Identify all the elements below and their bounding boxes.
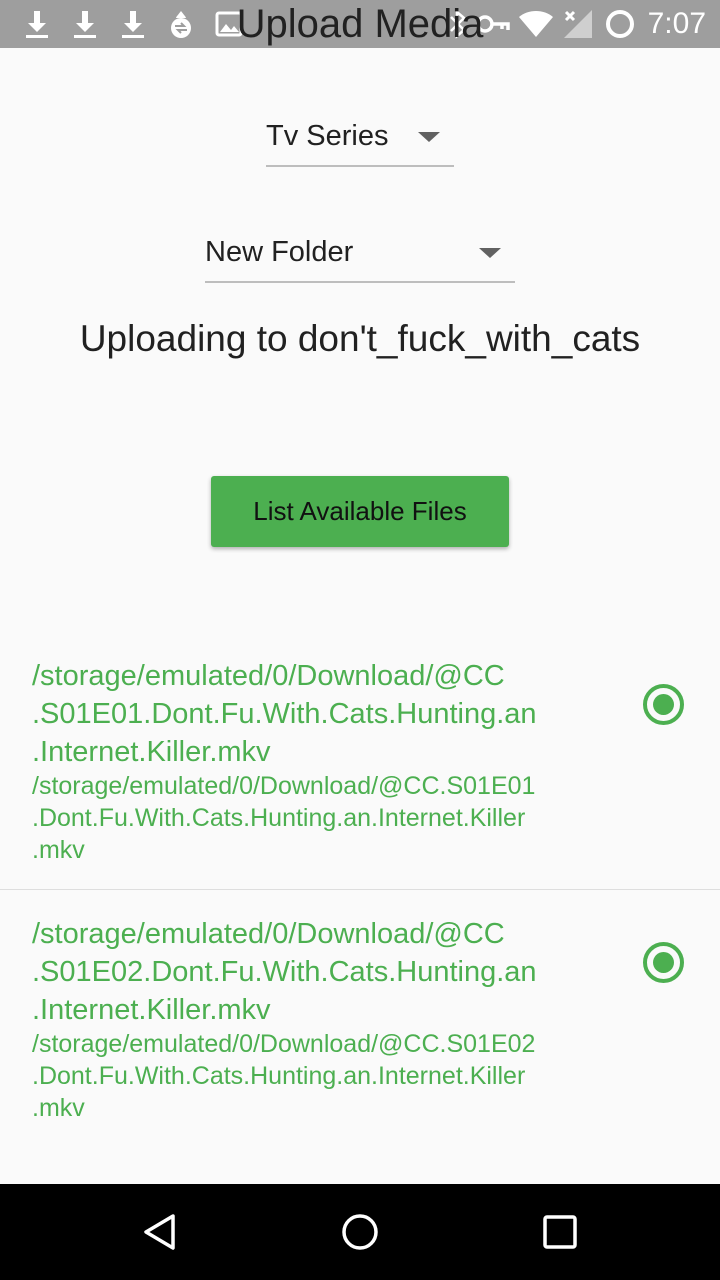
sync-icon xyxy=(164,8,198,40)
file-radio-button[interactable] xyxy=(643,684,684,725)
download-icon xyxy=(20,8,54,40)
file-subtitle: /storage/emulated/0/Download/@CC.S01E02 … xyxy=(32,1028,622,1124)
upload-target-text: Uploading to don't_fuck_with_cats xyxy=(79,318,641,359)
download-icon xyxy=(116,8,150,40)
radio-selected-dot xyxy=(653,952,674,973)
wifi-icon xyxy=(518,9,554,39)
back-icon[interactable] xyxy=(130,1202,190,1262)
list-item[interactable]: /storage/emulated/0/Download/@CC .S01E01… xyxy=(0,652,720,889)
system-icons: 7:07 xyxy=(448,6,706,42)
dropdown-arrow-icon xyxy=(418,131,440,142)
vpn-key-icon xyxy=(475,12,510,36)
series-type-dropdown[interactable]: Tv Series xyxy=(266,108,454,167)
divider xyxy=(0,889,720,890)
download-icon xyxy=(68,8,102,40)
status-bar: 7:07 xyxy=(0,0,720,48)
file-title-line: .Internet.Killer.mkv xyxy=(32,736,271,768)
file-subtitle-line: .mkv xyxy=(32,1094,85,1122)
recents-icon[interactable] xyxy=(530,1202,590,1262)
file-title: /storage/emulated/0/Download/@CC .S01E02… xyxy=(32,915,612,1029)
clock: 7:07 xyxy=(647,7,706,40)
file-subtitle-line: /storage/emulated/0/Download/@CC.S01E02 xyxy=(32,1030,536,1058)
file-title-line: /storage/emulated/0/Download/@CC xyxy=(32,660,505,692)
file-subtitle-line: .mkv xyxy=(32,836,85,864)
radio-selected-dot xyxy=(653,694,674,715)
file-subtitle: /storage/emulated/0/Download/@CC.S01E01 … xyxy=(32,770,622,866)
battery-icon xyxy=(604,8,636,40)
file-subtitle-line: .Dont.Fu.With.Cats.Hunting.an.Internet.K… xyxy=(32,1062,526,1090)
signal-icon xyxy=(562,8,596,40)
image-icon xyxy=(212,8,246,40)
series-type-value: Tv Series xyxy=(266,120,389,152)
dropdown-arrow-icon xyxy=(479,247,501,258)
file-subtitle-line: .Dont.Fu.With.Cats.Hunting.an.Internet.K… xyxy=(32,804,526,832)
file-title-line: .Internet.Killer.mkv xyxy=(32,994,271,1026)
file-radio-button[interactable] xyxy=(643,942,684,983)
notification-icons xyxy=(20,8,246,40)
navigation-bar xyxy=(0,1184,720,1280)
folder-value: New Folder xyxy=(205,236,354,268)
file-title-line: /storage/emulated/0/Download/@CC xyxy=(32,918,505,950)
file-title: /storage/emulated/0/Download/@CC .S01E01… xyxy=(32,657,612,771)
folder-dropdown[interactable]: New Folder xyxy=(205,224,515,283)
list-available-files-button[interactable]: List Available Files xyxy=(211,476,509,547)
file-title-line: .S01E01.Dont.Fu.With.Cats.Hunting.an xyxy=(32,698,537,730)
bluetooth-icon xyxy=(448,8,468,40)
home-icon[interactable] xyxy=(330,1202,390,1262)
file-title-line: .S01E02.Dont.Fu.With.Cats.Hunting.an xyxy=(32,956,537,988)
list-item[interactable]: /storage/emulated/0/Download/@CC .S01E02… xyxy=(0,910,720,1147)
file-subtitle-line: /storage/emulated/0/Download/@CC.S01E01 xyxy=(32,772,536,800)
